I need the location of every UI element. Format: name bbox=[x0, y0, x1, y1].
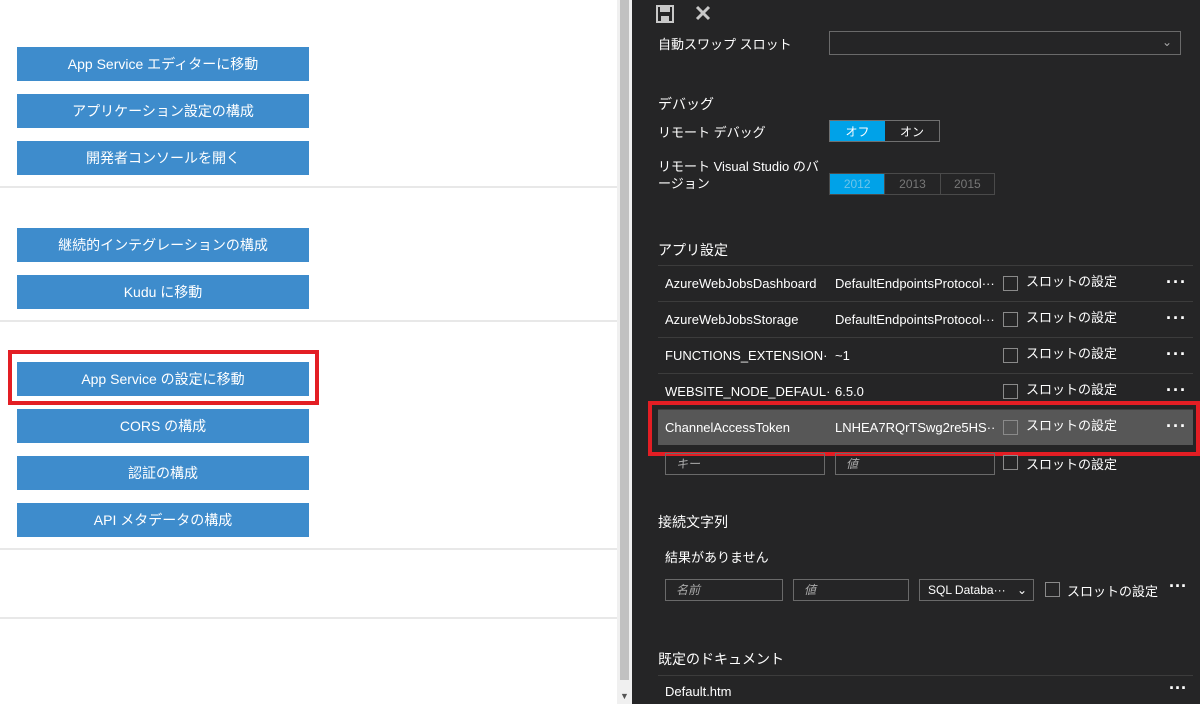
kudu-button[interactable]: Kudu に移動 bbox=[17, 275, 309, 309]
app-setting-row[interactable]: FUNCTIONS_EXTENSION··· ~1 スロットの設定 ··· bbox=[658, 337, 1193, 373]
slot-setting-label: スロットの設定 bbox=[1067, 584, 1159, 599]
vs-version-2012: 2012 bbox=[830, 174, 885, 194]
slot-setting-label: スロットの設定 bbox=[1026, 310, 1118, 325]
remote-debug-toggle[interactable]: オフ オン bbox=[829, 120, 940, 142]
app-setting-value: DefaultEndpointsProtocol··· bbox=[835, 312, 995, 327]
app-setting-key: ChannelAccessToken bbox=[665, 420, 791, 435]
connection-strings-heading: 接続文字列 bbox=[658, 514, 728, 530]
save-icon[interactable] bbox=[656, 5, 674, 28]
more-options-icon[interactable]: ··· bbox=[1169, 576, 1187, 597]
slot-setting-checkbox[interactable] bbox=[1003, 348, 1018, 363]
more-options-icon[interactable]: ··· bbox=[1166, 266, 1187, 302]
slot-setting-checkbox[interactable] bbox=[1003, 384, 1018, 399]
app-setting-row[interactable]: AzureWebJobsStorage DefaultEndpointsProt… bbox=[658, 301, 1193, 337]
app-settings-heading: アプリ設定 bbox=[658, 242, 728, 258]
remote-debug-label: リモート デバッグ bbox=[658, 125, 766, 140]
slot-setting-label: スロットの設定 bbox=[1026, 418, 1118, 433]
auto-swap-dropdown[interactable]: ⌄ bbox=[829, 31, 1181, 55]
slot-setting-label: スロットの設定 bbox=[1026, 346, 1118, 361]
app-setting-key: AzureWebJobsDashboard bbox=[665, 276, 817, 291]
slot-setting-checkbox[interactable] bbox=[1003, 455, 1018, 470]
chevron-down-icon: ⌄ bbox=[1016, 583, 1027, 597]
remote-debug-on-option[interactable]: オン bbox=[885, 121, 939, 141]
conn-value-input[interactable]: 値 bbox=[793, 579, 909, 601]
app-setting-value: 6.5.0 bbox=[835, 384, 864, 399]
vs-version-2015: 2015 bbox=[939, 174, 994, 194]
debug-heading: デバッグ bbox=[658, 96, 714, 112]
more-options-icon[interactable]: ··· bbox=[1166, 410, 1187, 446]
conn-type-selected: SQL Databa··· bbox=[928, 583, 1006, 597]
new-key-input[interactable]: キー bbox=[665, 453, 825, 475]
auto-swap-label: 自動スワップ スロット bbox=[658, 37, 792, 52]
continuous-integration-button[interactable]: 継続的インテグレーションの構成 bbox=[17, 228, 309, 262]
remote-debug-off-option[interactable]: オフ bbox=[830, 121, 885, 141]
left-panel: App Service エディターに移動 アプリケーション設定の構成 開発者コン… bbox=[0, 0, 617, 704]
app-setting-value: DefaultEndpointsProtocol··· bbox=[835, 276, 995, 291]
more-options-icon[interactable]: ··· bbox=[1166, 302, 1187, 338]
conn-name-input[interactable]: 名前 bbox=[665, 579, 783, 601]
scroll-down-arrow-icon[interactable]: ▼ bbox=[620, 691, 629, 701]
new-value-input[interactable]: 値 bbox=[835, 453, 995, 475]
app-setting-row[interactable]: AzureWebJobsDashboard DefaultEndpointsPr… bbox=[658, 265, 1193, 301]
default-documents-heading: 既定のドキュメント bbox=[658, 651, 784, 667]
api-metadata-button[interactable]: API メタデータの構成 bbox=[17, 503, 309, 537]
app-setting-row[interactable]: WEBSITE_NODE_DEFAUL··· 6.5.0 スロットの設定 ··· bbox=[658, 373, 1193, 409]
app-setting-key: AzureWebJobsStorage bbox=[665, 312, 799, 327]
vs-version-2013: 2013 bbox=[884, 174, 939, 194]
cors-config-button[interactable]: CORS の構成 bbox=[17, 409, 309, 443]
more-options-icon[interactable]: ··· bbox=[1166, 338, 1187, 374]
app-service-editor-button[interactable]: App Service エディターに移動 bbox=[17, 47, 309, 81]
chevron-down-icon: ⌄ bbox=[1161, 35, 1172, 49]
vs-version-toggle: 2012 2013 2015 bbox=[829, 173, 995, 195]
conn-type-select[interactable]: SQL Databa··· ⌄ bbox=[919, 579, 1034, 601]
more-options-icon[interactable]: ··· bbox=[1166, 374, 1187, 410]
default-document-item: Default.htm bbox=[665, 684, 732, 699]
slot-setting-checkbox[interactable] bbox=[1003, 312, 1018, 327]
slot-setting-checkbox[interactable] bbox=[1003, 420, 1018, 435]
default-document-row[interactable]: Default.htm ··· bbox=[658, 675, 1193, 704]
slot-setting-checkbox[interactable] bbox=[1003, 276, 1018, 291]
dev-console-button[interactable]: 開発者コンソールを開く bbox=[17, 141, 309, 175]
app-setting-value: ~1 bbox=[835, 348, 850, 363]
scrollbar-thumb[interactable] bbox=[620, 0, 629, 680]
app-service-settings-button[interactable]: App Service の設定に移動 bbox=[17, 362, 309, 396]
app-setting-key: WEBSITE_NODE_DEFAUL··· bbox=[665, 384, 829, 399]
divider bbox=[0, 320, 617, 322]
slot-setting-label: スロットの設定 bbox=[1026, 457, 1118, 472]
divider bbox=[0, 186, 617, 188]
slot-setting-label: スロットの設定 bbox=[1026, 274, 1118, 289]
app-setting-value: LNHEA7RQrTSwg2re5HS··· bbox=[835, 420, 995, 435]
more-options-icon[interactable]: ··· bbox=[1169, 678, 1187, 699]
app-setting-row-selected[interactable]: ChannelAccessToken LNHEA7RQrTSwg2re5HS··… bbox=[658, 409, 1193, 445]
app-setting-key: FUNCTIONS_EXTENSION··· bbox=[665, 348, 829, 363]
divider bbox=[0, 548, 617, 550]
settings-panel: 自動スワップ スロット ⌄ デバッグ リモート デバッグ オフ オン リモート … bbox=[632, 0, 1200, 704]
remote-vs-label: リモート Visual Studio のバージョン bbox=[658, 159, 819, 191]
scrollbar[interactable]: ▼ bbox=[617, 0, 632, 704]
app-settings-config-button[interactable]: アプリケーション設定の構成 bbox=[17, 94, 309, 128]
close-icon[interactable] bbox=[694, 4, 712, 27]
auth-config-button[interactable]: 認証の構成 bbox=[17, 456, 309, 490]
divider bbox=[0, 617, 617, 619]
slot-setting-label: スロットの設定 bbox=[1026, 382, 1118, 397]
slot-setting-checkbox[interactable] bbox=[1045, 582, 1060, 597]
no-results-text: 結果がありません bbox=[665, 550, 769, 565]
